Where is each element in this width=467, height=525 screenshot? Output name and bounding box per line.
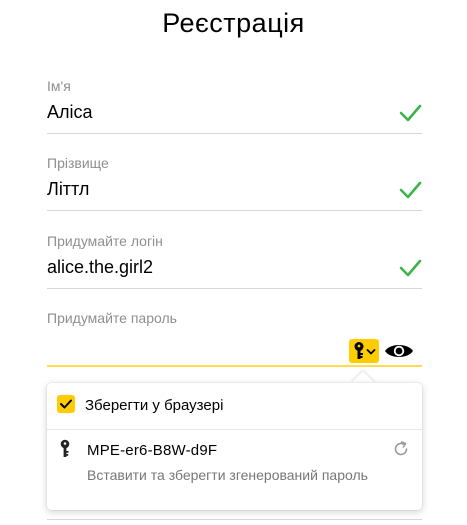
refresh-icon[interactable] (392, 440, 410, 458)
password-field[interactable]: Придумайте пароль (47, 310, 422, 367)
chevron-down-icon (366, 349, 376, 355)
password-manager-button[interactable] (349, 339, 379, 363)
last-name-value[interactable]: Літтл (47, 179, 89, 200)
generated-password-option[interactable]: MPE-er6-B8W-d9F Вставити та зберегти зге… (47, 430, 422, 510)
check-icon (399, 104, 422, 122)
eye-icon[interactable] (383, 340, 415, 362)
password-popup: Зберегти у браузері MPE-er6-B8W-d9F Вста… (47, 383, 422, 510)
first-name-field[interactable]: Ім'я Аліса (47, 78, 422, 134)
password-underline (47, 365, 422, 367)
last-name-label: Прізвище (47, 155, 109, 171)
password-label: Придумайте пароль (47, 310, 177, 326)
next-field-underline (47, 519, 422, 520)
login-field[interactable]: Придумайте логін alice.the.girl2 (47, 233, 422, 289)
check-icon (399, 259, 422, 277)
login-value[interactable]: alice.the.girl2 (47, 257, 153, 278)
first-name-label: Ім'я (47, 78, 71, 94)
login-underline (47, 288, 422, 289)
first-name-underline (47, 133, 422, 134)
save-in-browser-checkbox[interactable] (57, 395, 75, 413)
last-name-underline (47, 210, 422, 211)
insert-and-save-description[interactable]: Вставити та зберегти згенерований пароль (87, 464, 387, 486)
last-name-field[interactable]: Прізвище Літтл (47, 155, 422, 211)
popup-arrow (351, 371, 375, 383)
check-icon (399, 181, 422, 199)
save-in-browser-label[interactable]: Зберегти у браузері (85, 397, 223, 414)
key-icon (354, 342, 364, 359)
login-label: Придумайте логін (47, 233, 163, 249)
key-icon (60, 439, 70, 457)
first-name-value[interactable]: Аліса (47, 102, 93, 123)
checkmark-icon (60, 399, 72, 409)
page-title: Реєстрація (162, 8, 305, 38)
save-in-browser-option[interactable]: Зберегти у браузері (47, 383, 422, 429)
generated-password[interactable]: MPE-er6-B8W-d9F (87, 442, 217, 459)
